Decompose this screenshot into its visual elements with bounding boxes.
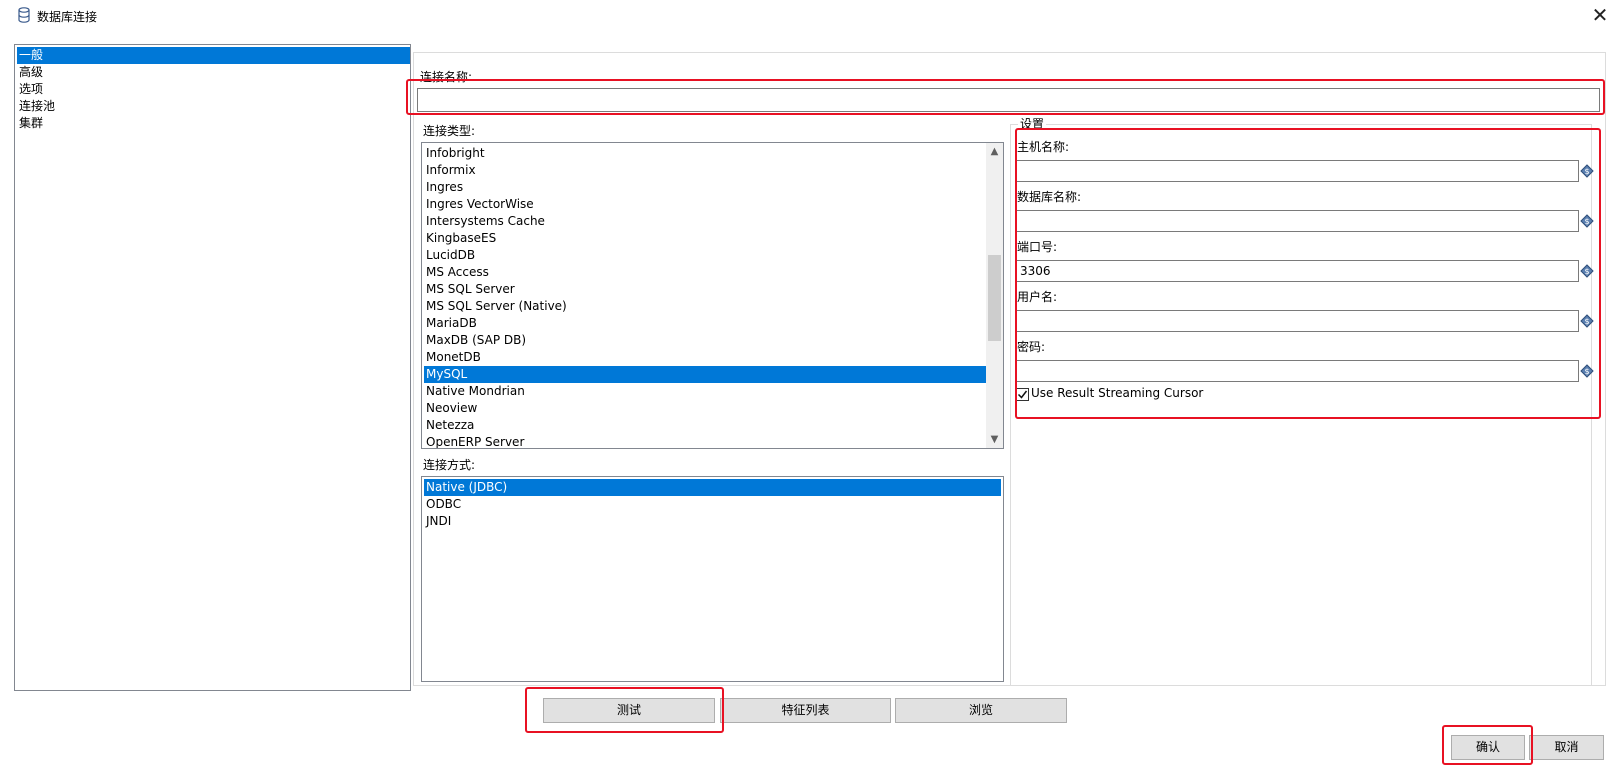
highlight-box-ok — [1442, 725, 1533, 765]
nav-list: 一般 高级 选项 连接池 集群 — [14, 44, 411, 691]
list-item[interactable]: MS SQL Server — [424, 281, 515, 298]
list-item[interactable]: MariaDB — [424, 315, 477, 332]
list-item[interactable]: Ingres VectorWise — [424, 196, 534, 213]
list-item[interactable]: ODBC — [424, 496, 461, 513]
database-icon — [18, 7, 30, 23]
connection-type-label: 连接类型: — [423, 124, 476, 138]
explore-button[interactable]: 浏览 — [895, 698, 1067, 723]
list-item[interactable]: Ingres — [424, 179, 463, 196]
list-item[interactable]: LucidDB — [424, 247, 475, 264]
list-item[interactable]: KingbaseES — [424, 230, 496, 247]
list-item[interactable]: Neoview — [424, 400, 477, 417]
features-button[interactable]: 特征列表 — [720, 698, 891, 723]
highlight-box-settings — [1015, 128, 1601, 419]
list-item[interactable]: MS Access — [424, 264, 489, 281]
list-item[interactable]: Informix — [424, 162, 476, 179]
highlight-box-connection-name — [406, 79, 1605, 115]
access-method-list[interactable]: Native (JDBC) ODBC JNDI — [421, 476, 1004, 682]
title-bar: 数据库连接 ✕ — [0, 0, 1618, 32]
window-title: 数据库连接 — [37, 10, 98, 24]
list-item[interactable]: Intersystems Cache — [424, 213, 545, 230]
scroll-up-icon[interactable]: ▲ — [986, 143, 1003, 160]
nav-item-options[interactable]: 选项 — [17, 81, 410, 98]
list-item[interactable]: MS SQL Server (Native) — [424, 298, 567, 315]
scrollbar-thumb[interactable] — [988, 255, 1001, 341]
list-item[interactable]: MaxDB (SAP DB) — [424, 332, 526, 349]
scroll-down-icon[interactable]: ▼ — [986, 431, 1003, 448]
list-item[interactable]: Native Mondrian — [424, 383, 525, 400]
vertical-scrollbar[interactable]: ▲ ▼ — [986, 143, 1003, 448]
cancel-button[interactable]: 取消 — [1529, 735, 1604, 760]
access-method-label: 连接方式: — [423, 458, 476, 472]
nav-item-pooling[interactable]: 连接池 — [17, 98, 410, 115]
list-item[interactable]: Infobright — [424, 145, 485, 162]
highlight-box-test — [525, 687, 724, 733]
list-item[interactable]: MonetDB — [424, 349, 481, 366]
list-item[interactable]: Netezza — [424, 417, 474, 434]
list-item[interactable]: OpenERP Server — [424, 434, 524, 448]
close-icon[interactable]: ✕ — [1589, 4, 1611, 26]
connection-type-list[interactable]: Infobright Informix Ingres Ingres Vector… — [421, 142, 1004, 449]
list-item-selected[interactable]: Native (JDBC) — [424, 479, 1001, 496]
list-item[interactable]: JNDI — [424, 513, 451, 530]
nav-item-general[interactable]: 一般 — [17, 47, 410, 64]
list-item-selected[interactable]: MySQL — [424, 366, 987, 383]
nav-item-advanced[interactable]: 高级 — [17, 64, 410, 81]
nav-item-cluster[interactable]: 集群 — [17, 115, 410, 132]
